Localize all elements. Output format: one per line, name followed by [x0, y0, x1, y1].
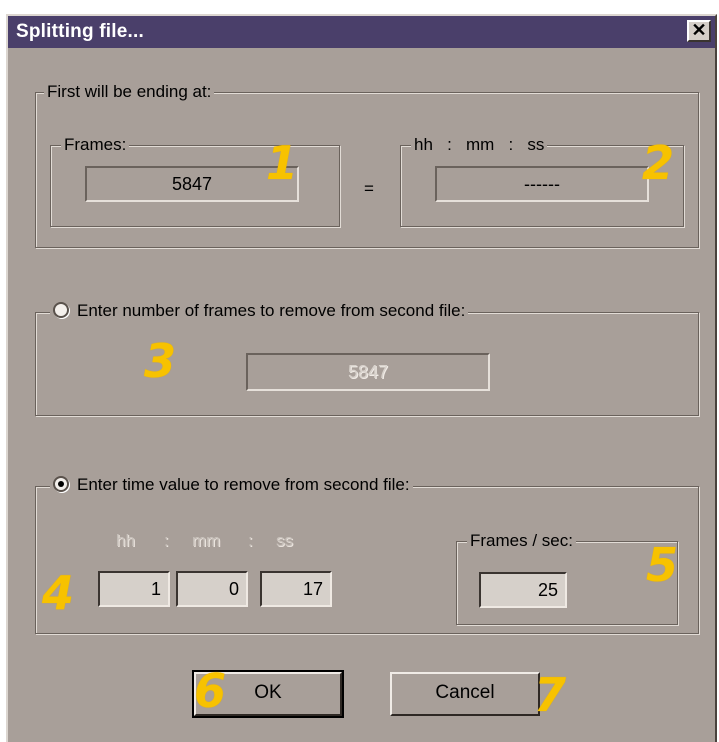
cancel-button[interactable]: Cancel	[390, 672, 540, 716]
marker-3: 3	[144, 334, 177, 388]
frames-to-remove-input[interactable]: 5847	[246, 353, 490, 391]
splitting-file-dialog: Splitting file... ✕ First will be ending…	[6, 14, 717, 742]
title-bar[interactable]: Splitting file... ✕	[8, 16, 715, 48]
radio-selected-dot	[58, 481, 64, 487]
time-format-label: hh : mm : ss	[411, 135, 548, 155]
frames-label: Frames:	[61, 135, 130, 155]
fps-group: Frames / sec: 25	[456, 531, 678, 625]
seconds-input[interactable]: 17	[260, 571, 332, 607]
frames-option-group: Enter number of frames to remove from se…	[35, 301, 699, 416]
minutes-input[interactable]: 0	[176, 571, 248, 607]
first-ending-label: First will be ending at:	[44, 82, 215, 102]
frames-option-legend[interactable]: Enter number of frames to remove from se…	[50, 301, 469, 321]
time-option-radio[interactable]	[53, 476, 69, 492]
sep-2: :	[248, 531, 253, 550]
marker-1: 1	[266, 136, 299, 190]
time-option-legend[interactable]: Enter time value to remove from second f…	[50, 475, 413, 495]
time-option-group: Enter time value to remove from second f…	[35, 475, 699, 634]
fps-input[interactable]: 25	[479, 572, 567, 608]
hh-label: hh	[116, 531, 135, 550]
window-title: Splitting file...	[16, 21, 144, 42]
marker-6: 6	[194, 664, 227, 718]
fps-label: Frames / sec:	[467, 531, 576, 551]
ss-label: ss	[276, 531, 293, 550]
frames-option-label[interactable]: Enter number of frames to remove from se…	[77, 301, 465, 320]
marker-4: 4	[42, 566, 75, 620]
close-icon[interactable]: ✕	[687, 20, 711, 42]
hours-input[interactable]: 1	[98, 571, 170, 607]
first-ending-group: First will be ending at: Frames: 5847 = …	[35, 82, 699, 248]
time-display: ------	[435, 166, 649, 202]
sep-1: :	[164, 531, 169, 550]
frames-option-radio[interactable]	[53, 302, 69, 318]
marker-5: 5	[646, 538, 679, 592]
time-option-label[interactable]: Enter time value to remove from second f…	[77, 475, 410, 494]
marker-7: 7	[534, 668, 567, 722]
equals-sign: =	[364, 179, 374, 198]
mm-label: mm	[192, 531, 221, 550]
marker-2: 2	[642, 136, 675, 190]
